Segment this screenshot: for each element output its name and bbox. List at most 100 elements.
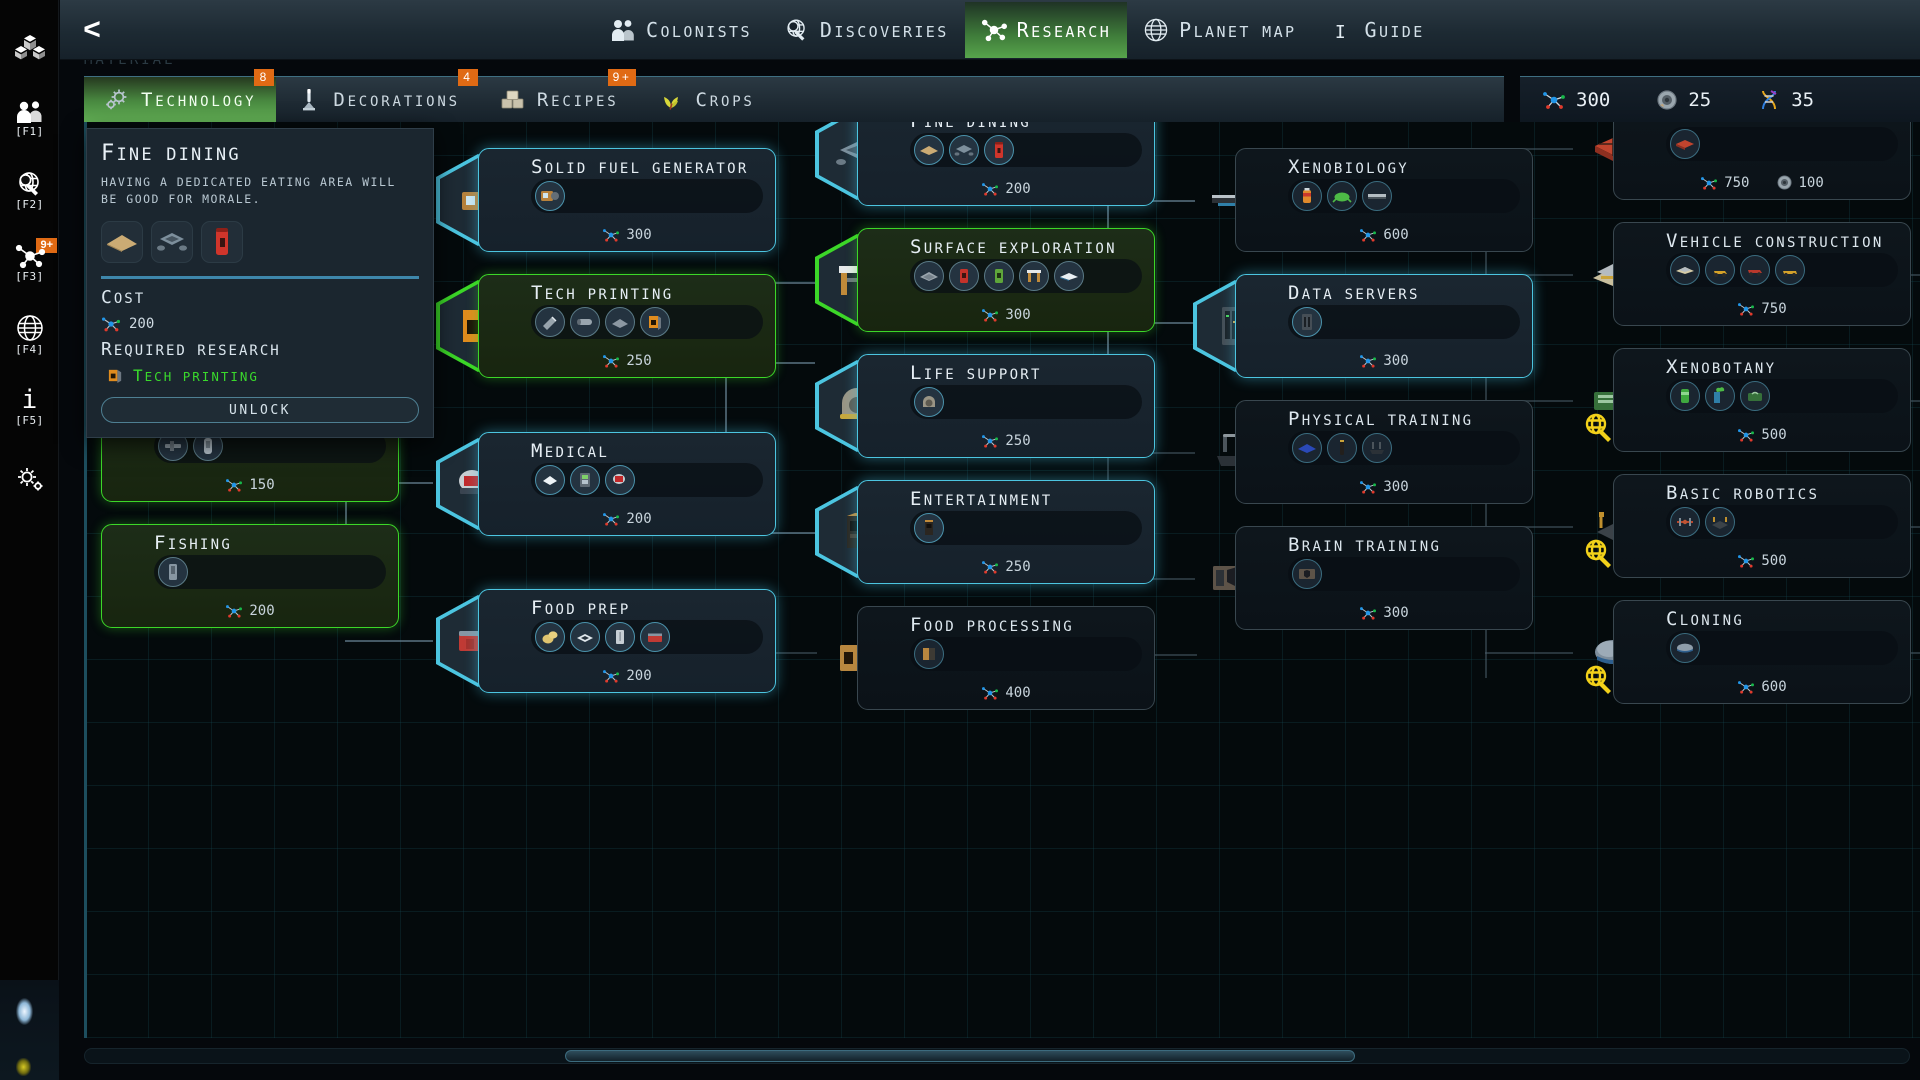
node-card[interactable]: Entertainment xyxy=(857,480,1155,584)
unlock-slot[interactable] xyxy=(1054,261,1084,291)
rail-item-discoveries[interactable]: [F2] xyxy=(0,162,59,220)
node-cost-row: 200 xyxy=(479,668,775,684)
unlock-slot[interactable] xyxy=(1740,381,1770,411)
node-card[interactable]: Fine Dining xyxy=(857,122,1155,206)
unlock-slot[interactable] xyxy=(1362,433,1392,463)
tab-decorations[interactable]: Decorations 4 xyxy=(276,77,480,122)
rail-item-resources[interactable] xyxy=(0,18,59,76)
node-card[interactable]: Xenobiology xyxy=(1235,148,1533,252)
unlock-button[interactable]: Unlock xyxy=(101,397,419,423)
unlock-slot[interactable] xyxy=(570,465,600,495)
unlock-slot[interactable] xyxy=(914,135,944,165)
node-title: Xenobotany xyxy=(1666,356,1776,378)
unlock-slot[interactable] xyxy=(949,261,979,291)
node-cost-value: 250 xyxy=(1005,433,1030,449)
unlock-slot[interactable] xyxy=(1705,507,1735,537)
unlock-slot[interactable] xyxy=(1705,381,1735,411)
node-card[interactable]: Vehicle Construction xyxy=(1613,222,1911,326)
unlock-slot[interactable] xyxy=(570,307,600,337)
unlock-slot[interactable] xyxy=(984,135,1014,165)
node-card[interactable]: Surface Exploration xyxy=(857,228,1155,332)
node-card[interactable]: Food Prep xyxy=(478,589,776,693)
unlock-slot[interactable] xyxy=(1327,433,1357,463)
node-card[interactable]: Brain Training xyxy=(1235,526,1533,630)
node-title: Life Support xyxy=(910,362,1042,384)
unlock-slot[interactable] xyxy=(640,307,670,337)
unlock-slot[interactable] xyxy=(1740,255,1770,285)
node-card[interactable]: Data Servers xyxy=(1235,274,1533,378)
node-card[interactable]: Medical xyxy=(478,432,776,536)
rail-item-planet-map[interactable]: [F4] xyxy=(0,306,59,364)
tooltip-unlock-item[interactable] xyxy=(101,221,143,263)
food-processor-icon xyxy=(920,645,938,663)
unlock-slot[interactable] xyxy=(949,135,979,165)
unlock-slot[interactable] xyxy=(535,181,565,211)
nav-item-planet-map[interactable]: Planet Map xyxy=(1127,2,1312,58)
nav-item-colonists[interactable]: Colonists xyxy=(594,2,768,58)
unlock-slot[interactable] xyxy=(605,622,635,652)
unlock-slot[interactable] xyxy=(1670,255,1700,285)
molecule-icon xyxy=(1542,89,1566,111)
discoveries-icon xyxy=(784,17,810,43)
unlock-slot[interactable] xyxy=(1292,433,1322,463)
unlock-slot[interactable] xyxy=(1775,255,1805,285)
node-card[interactable]: Geothermal Power xyxy=(1613,122,1911,200)
node-card[interactable]: Solid Fuel Generator xyxy=(478,148,776,252)
rail-item-research[interactable]: 9+ [F3] xyxy=(0,234,59,292)
tooltip-unlock-item[interactable] xyxy=(201,221,243,263)
unlock-slot[interactable] xyxy=(914,387,944,417)
unlock-slot[interactable] xyxy=(1670,507,1700,537)
unlock-slot[interactable] xyxy=(1670,633,1700,663)
unlock-slot[interactable] xyxy=(605,465,635,495)
unlock-slot[interactable] xyxy=(1292,559,1322,589)
unlock-slot[interactable] xyxy=(158,557,188,587)
unlock-slot[interactable] xyxy=(984,261,1014,291)
unlock-slot[interactable] xyxy=(535,622,565,652)
unlock-slot[interactable] xyxy=(1019,261,1049,291)
node-card[interactable]: Xenobotany xyxy=(1613,348,1911,452)
scrollbar-thumb[interactable] xyxy=(565,1050,1355,1062)
bench-icon xyxy=(1366,190,1388,202)
molecule-icon xyxy=(225,603,243,619)
tooltip-required-row[interactable]: Tech Printing xyxy=(107,366,419,385)
nav-item-guide[interactable]: i Guide xyxy=(1312,2,1440,58)
unlock-slot[interactable] xyxy=(1292,307,1322,337)
unlock-slot[interactable] xyxy=(1670,381,1700,411)
node-card[interactable]: Food Processing xyxy=(857,606,1155,710)
node-card[interactable]: Cloning xyxy=(1613,600,1911,704)
unlock-slot[interactable] xyxy=(1327,181,1357,211)
back-button[interactable]: < xyxy=(60,0,124,60)
node-card[interactable]: Life Support xyxy=(857,354,1155,458)
unlock-slot[interactable] xyxy=(1705,255,1735,285)
rail-item-colonists[interactable]: [F1] xyxy=(0,90,59,148)
node-card[interactable]: Physical Training xyxy=(1235,400,1533,504)
molecule-icon xyxy=(981,307,999,323)
unlock-slot[interactable] xyxy=(914,513,944,543)
unlock-slot[interactable] xyxy=(914,639,944,669)
unlock-slot[interactable] xyxy=(1292,181,1322,211)
unlock-slot[interactable] xyxy=(605,307,635,337)
tab-recipes[interactable]: Recipes 9+ xyxy=(480,77,639,122)
rail-minimap[interactable] xyxy=(0,980,59,1080)
tooltip-unlock-item[interactable] xyxy=(151,221,193,263)
unlock-slot[interactable] xyxy=(570,622,600,652)
unlock-slot[interactable] xyxy=(535,307,565,337)
nav-item-discoveries[interactable]: Discoveries xyxy=(768,2,965,58)
node-card[interactable]: Basic Robotics xyxy=(1613,474,1911,578)
resource-value: 35 xyxy=(1791,89,1814,111)
unlock-slot[interactable] xyxy=(1362,181,1392,211)
rail-item-settings[interactable] xyxy=(0,450,59,508)
unlock-slot[interactable] xyxy=(1670,129,1700,159)
nav-item-research[interactable]: Research xyxy=(965,2,1127,58)
unlock-slot[interactable] xyxy=(535,465,565,495)
rail-item-guide[interactable]: i [F5] xyxy=(0,378,59,436)
unlock-slot[interactable] xyxy=(640,622,670,652)
horizontal-scrollbar[interactable] xyxy=(84,1048,1910,1064)
node-card[interactable]: Tech Printing xyxy=(478,274,776,378)
tab-technology[interactable]: Technology 8 xyxy=(84,77,276,122)
medicine-cabinet-icon xyxy=(578,471,592,489)
node-card[interactable]: Fishing xyxy=(101,524,399,628)
tab-crops[interactable]: Crops xyxy=(638,77,774,122)
unlock-slot[interactable] xyxy=(914,261,944,291)
node-cost-value: 600 xyxy=(1383,227,1408,243)
